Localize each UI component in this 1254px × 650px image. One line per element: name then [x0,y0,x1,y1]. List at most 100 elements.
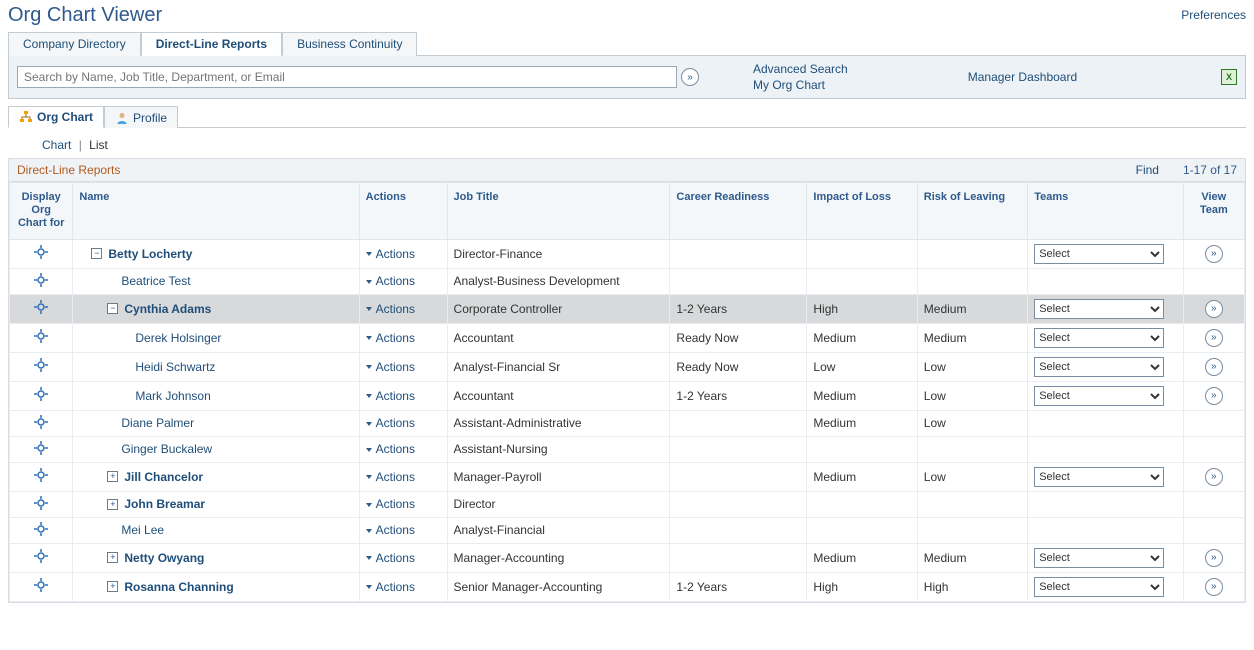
teams-select[interactable]: Select [1034,299,1164,319]
focus-org-chart-icon[interactable] [34,468,48,482]
row-actions-menu[interactable]: Actions [366,247,415,261]
teams-select[interactable]: Select [1034,467,1164,487]
focus-org-chart-icon[interactable] [34,358,48,372]
col-header-job[interactable]: Job Title [447,183,670,240]
tab-direct-line-reports[interactable]: Direct-Line Reports [141,32,282,56]
preferences-link[interactable]: Preferences [1181,4,1246,22]
row-actions-menu[interactable]: Actions [366,470,415,484]
employee-name-link[interactable]: Heidi Schwartz [135,360,215,374]
expand-icon[interactable]: + [107,499,118,510]
col-header-career[interactable]: Career Readiness [670,183,807,240]
cell-career: 1-2 Years [670,381,807,410]
employee-name-link[interactable]: Beatrice Test [121,274,190,288]
row-actions-menu[interactable]: Actions [366,331,415,345]
manager-dashboard-link[interactable]: Manager Dashboard [968,70,1077,84]
search-go-icon[interactable]: » [681,68,699,86]
cell-impact: Medium [807,462,917,491]
focus-org-chart-icon[interactable] [34,415,48,429]
employee-name-link[interactable]: Netty Owyang [124,551,204,565]
collapse-icon[interactable]: − [107,303,118,314]
row-actions-menu[interactable]: Actions [366,497,415,511]
tab-business-continuity[interactable]: Business Continuity [282,32,417,56]
col-header-risk[interactable]: Risk of Leaving [917,183,1027,240]
employee-name-link[interactable]: Mark Johnson [135,389,210,403]
focus-org-chart-icon[interactable] [34,329,48,343]
row-actions-menu[interactable]: Actions [366,274,415,288]
focus-org-chart-icon[interactable] [34,441,48,455]
employee-name-link[interactable]: Ginger Buckalew [121,442,212,456]
caret-down-icon [366,448,372,452]
viewmode-list-label: List [89,138,108,152]
view-team-icon[interactable]: » [1205,578,1223,596]
focus-org-chart-icon[interactable] [34,300,48,314]
employee-name-link[interactable]: John Breamar [124,497,205,511]
cell-career [670,517,807,543]
view-team-icon[interactable]: » [1205,468,1223,486]
viewmode-chart-link[interactable]: Chart [42,138,71,152]
col-header-display[interactable]: Display Org Chart for [10,183,73,240]
focus-org-chart-icon[interactable] [34,522,48,536]
cell-impact: Medium [807,543,917,572]
view-team-icon[interactable]: » [1205,549,1223,567]
focus-org-chart-icon[interactable] [34,273,48,287]
grid-find-link[interactable]: Find [1136,163,1159,177]
expand-icon[interactable]: + [107,552,118,563]
org-chart-icon [19,110,33,124]
focus-org-chart-icon[interactable] [34,245,48,259]
teams-select[interactable]: Select [1034,244,1164,264]
teams-select[interactable]: Select [1034,328,1164,348]
expand-icon[interactable]: + [107,471,118,482]
cell-impact: High [807,572,917,601]
cell-job: Assistant-Administrative [447,410,670,436]
cell-impact [807,517,917,543]
employee-name-link[interactable]: Betty Locherty [108,247,192,261]
focus-org-chart-icon[interactable] [34,578,48,592]
teams-select[interactable]: Select [1034,357,1164,377]
focus-org-chart-icon[interactable] [34,387,48,401]
row-actions-menu[interactable]: Actions [366,302,415,316]
employee-name-link[interactable]: Cynthia Adams [124,302,211,316]
focus-org-chart-icon[interactable] [34,549,48,563]
col-header-name[interactable]: Name [73,183,359,240]
employee-name-link[interactable]: Rosanna Channing [124,580,233,594]
employee-name-link[interactable]: Derek Holsinger [135,331,221,345]
collapse-icon[interactable]: − [91,248,102,259]
subtab-org-chart[interactable]: Org Chart [8,106,104,128]
expand-icon[interactable]: + [107,581,118,592]
focus-org-chart-icon[interactable] [34,496,48,510]
grid-scroll-area[interactable]: Display Org Chart for Name Actions Job T… [9,182,1245,602]
view-team-icon[interactable]: » [1205,300,1223,318]
cell-risk: Low [917,410,1027,436]
col-header-impact[interactable]: Impact of Loss [807,183,917,240]
row-actions-menu[interactable]: Actions [366,360,415,374]
row-actions-menu[interactable]: Actions [366,416,415,430]
employee-name-link[interactable]: Diane Palmer [121,416,194,430]
grid-section-title: Direct-Line Reports [17,163,120,177]
row-actions-menu[interactable]: Actions [366,580,415,594]
teams-select[interactable]: Select [1034,577,1164,597]
export-excel-icon[interactable]: X [1221,69,1237,85]
view-team-icon[interactable]: » [1205,387,1223,405]
teams-select[interactable]: Select [1034,386,1164,406]
col-header-actions[interactable]: Actions [359,183,447,240]
cell-job: Accountant [447,323,670,352]
view-team-icon[interactable]: » [1205,358,1223,376]
row-actions-menu[interactable]: Actions [366,389,415,403]
row-actions-menu[interactable]: Actions [366,551,415,565]
search-input[interactable] [17,66,677,88]
col-header-teams[interactable]: Teams [1028,183,1183,240]
row-actions-menu[interactable]: Actions [366,442,415,456]
col-header-view[interactable]: View Team [1183,183,1244,240]
cell-impact: Medium [807,410,917,436]
employee-name-link[interactable]: Jill Chancelor [124,470,203,484]
employee-name-link[interactable]: Mei Lee [121,523,164,537]
tab-company-directory[interactable]: Company Directory [8,32,141,56]
my-org-chart-link[interactable]: My Org Chart [753,78,848,92]
row-actions-menu[interactable]: Actions [366,523,415,537]
teams-select[interactable]: Select [1034,548,1164,568]
view-team-icon[interactable]: » [1205,329,1223,347]
advanced-search-link[interactable]: Advanced Search [753,62,848,76]
subtab-profile[interactable]: Profile [104,106,178,128]
view-team-icon[interactable]: » [1205,245,1223,263]
cell-impact [807,436,917,462]
